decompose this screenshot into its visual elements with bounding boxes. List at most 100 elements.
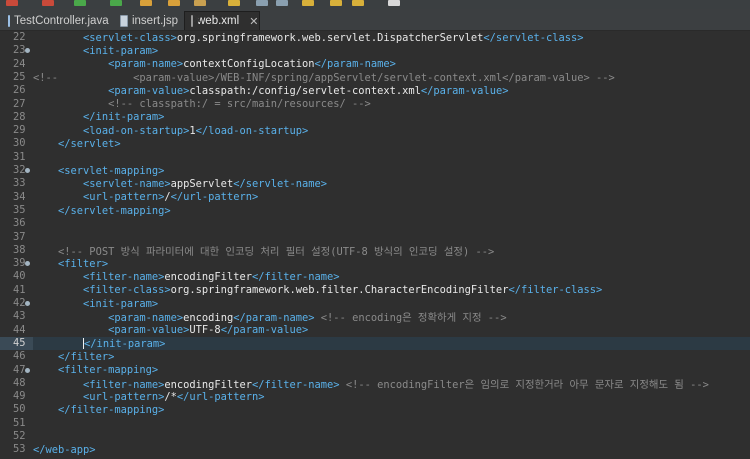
- fold-toggle-icon[interactable]: [25, 168, 30, 173]
- code-text: <param-value>UTF-8</param-value>: [33, 324, 308, 336]
- xml-text: classpath:/config/servlet-context.xml: [189, 84, 421, 97]
- nav-next-icon[interactable]: [388, 0, 400, 6]
- fold-toggle-icon[interactable]: [25, 48, 30, 54]
- task-icon[interactable]: [256, 0, 268, 6]
- xml-text: [33, 125, 83, 137]
- code-line[interactable]: 48 <filter-name>encodingFilter</filter-n…: [0, 377, 750, 391]
- code-text: </filter>: [33, 351, 114, 363]
- fold-toggle-icon[interactable]: [25, 367, 30, 373]
- search-icon[interactable]: [194, 0, 206, 6]
- xml-tag: <load-on-startup>: [83, 124, 190, 137]
- bookmark-icon[interactable]: [302, 0, 314, 6]
- code-line[interactable]: 28 </init-param>: [0, 111, 750, 124]
- xml-text: [33, 178, 83, 190]
- tab-insert-jsp[interactable]: insert.jsp: [114, 11, 184, 30]
- line-number: 45: [0, 336, 33, 351]
- line-number: 49: [13, 390, 26, 403]
- xml-text: [33, 258, 58, 270]
- line-number: 52: [13, 430, 26, 442]
- tab-testcontroller-java[interactable]: TestController.java: [2, 11, 114, 30]
- code-line[interactable]: 34 <url-pattern>/</url-pattern>: [0, 191, 750, 204]
- line-number: 31: [13, 150, 26, 163]
- code-line[interactable]: 25 <!-- <param-value>/WEB-INF/spring/appS…: [0, 71, 750, 84]
- xml-tag: <param-name>: [108, 58, 184, 71]
- code-text: <servlet-mapping>: [33, 165, 164, 177]
- code-line[interactable]: 37: [0, 231, 750, 244]
- open-folder-icon[interactable]: [168, 0, 180, 6]
- debug-icon[interactable]: [74, 0, 86, 6]
- xml-tag: <url-pattern>: [83, 191, 165, 204]
- xml-tag: </web-app>: [33, 443, 96, 456]
- xml-tag: <init-param>: [83, 44, 159, 57]
- code-line[interactable]: 35 </servlet-mapping>: [0, 204, 750, 217]
- code-text: </filter-mapping>: [33, 404, 164, 416]
- code-line[interactable]: 31: [0, 151, 750, 164]
- line-number: 22: [13, 31, 26, 43]
- code-line[interactable]: 26 <param-value>classpath:/config/servle…: [0, 84, 750, 97]
- code-line[interactable]: 52: [0, 430, 750, 443]
- code-line[interactable]: 24 <param-name>contextConfigLocation</pa…: [0, 58, 750, 71]
- code-text: <servlet-name>appServlet</servlet-name>: [33, 178, 327, 190]
- xml-tag: </init-param>: [83, 111, 165, 124]
- stop-icon[interactable]: [42, 0, 54, 6]
- code-line[interactable]: 47 <filter-mapping>: [0, 364, 750, 377]
- code-line[interactable]: 43 <param-name>encoding</param-name> <!-…: [0, 309, 750, 324]
- code-text: <filter>: [33, 258, 108, 270]
- forward-icon[interactable]: [352, 0, 364, 6]
- xml-tag: </filter-name>: [251, 271, 340, 284]
- code-text: <init-param>: [33, 45, 158, 57]
- settings-icon[interactable]: [276, 0, 288, 6]
- code-line[interactable]: 39 <filter>: [0, 257, 750, 270]
- code-line[interactable]: 44 <param-value>UTF-8</param-value>: [0, 324, 750, 337]
- code-line[interactable]: 40 <filter-name>encodingFilter</filter-n…: [0, 270, 750, 283]
- xml-text: [33, 32, 83, 44]
- server-icon[interactable]: [140, 0, 152, 6]
- fold-toggle-icon[interactable]: [25, 261, 30, 267]
- close-icon[interactable]: ✕: [249, 15, 258, 28]
- line-number: 44: [13, 323, 26, 336]
- code-line[interactable]: 27 <!-- classpath:/ = src/main/resources…: [0, 98, 750, 111]
- code-text: <load-on-startup>1</load-on-startup>: [33, 125, 308, 137]
- xml-text: [33, 271, 83, 283]
- code-line[interactable]: 30 </servlet>: [0, 137, 750, 150]
- xml-text: [33, 191, 83, 203]
- code-line[interactable]: 36: [0, 217, 750, 230]
- line-number: 27: [13, 97, 26, 110]
- run-icon[interactable]: [6, 0, 18, 6]
- run-config-icon[interactable]: [110, 0, 122, 6]
- code-line[interactable]: 41 <filter-class>org.springframework.web…: [0, 284, 750, 297]
- fold-toggle-icon[interactable]: [25, 301, 30, 306]
- edit-icon[interactable]: [228, 0, 240, 6]
- code-line[interactable]: 32 <servlet-mapping>: [0, 164, 750, 177]
- code-line[interactable]: 29 <load-on-startup>1</load-on-startup>: [0, 124, 750, 137]
- xml-tag: </filter>: [58, 350, 115, 363]
- code-text: </servlet>: [33, 138, 121, 150]
- line-number: 39: [0, 257, 33, 270]
- code-line[interactable]: 46 </filter>: [0, 350, 750, 363]
- code-line[interactable]: 23 <init-param>: [0, 44, 750, 57]
- code-line[interactable]: 22 <servlet-class>org.springframework.we…: [0, 31, 750, 44]
- xml-tag: </param-value>: [220, 324, 309, 337]
- code-line[interactable]: 33 <servlet-name>appServlet</servlet-nam…: [0, 177, 750, 190]
- code-editor[interactable]: 22 <servlet-class>org.springframework.we…: [0, 31, 750, 459]
- code-line[interactable]: 51: [0, 417, 750, 430]
- tab-web-xml[interactable]: web.xml ✕: [184, 11, 260, 30]
- line-number: 37: [13, 230, 26, 243]
- code-line[interactable]: 42 <init-param>: [0, 297, 750, 310]
- code-text: <param-name>encoding</param-name> <!-- e…: [33, 309, 507, 324]
- xml-tag: </filter-mapping>: [58, 404, 165, 417]
- code-line[interactable]: 38 <!-- POST 방식 파라미터에 대한 인코딩 처리 필터 설정(UT…: [0, 244, 750, 258]
- line-number: 51: [13, 416, 26, 429]
- line-number: 46: [13, 350, 26, 363]
- xml-text: [33, 351, 58, 363]
- code-line[interactable]: 53 </web-app>: [0, 443, 750, 456]
- code-text: <filter-name>encodingFilter</filter-name…: [33, 271, 340, 283]
- back-icon[interactable]: [330, 0, 342, 6]
- code-text: </web-app>: [33, 444, 96, 456]
- code-line[interactable]: 45 </init-param>: [0, 336, 750, 351]
- code-text: <param-name>contextConfigLocation</param…: [33, 58, 396, 70]
- code-line[interactable]: 50 </filter-mapping>: [0, 403, 750, 416]
- code-line[interactable]: 49 <url-pattern>/*</url-pattern>: [0, 390, 750, 403]
- xml-text: [33, 338, 83, 350]
- code-text: </servlet-mapping>: [33, 205, 171, 217]
